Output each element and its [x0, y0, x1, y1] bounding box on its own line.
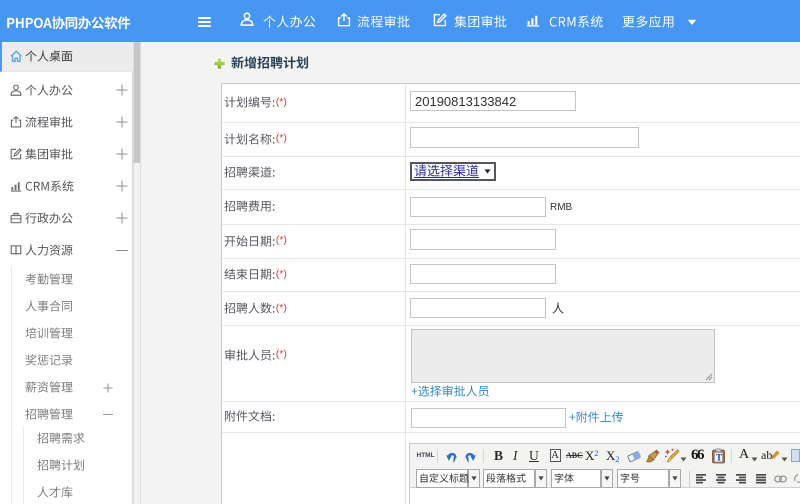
svg-text:T: T	[716, 453, 722, 463]
